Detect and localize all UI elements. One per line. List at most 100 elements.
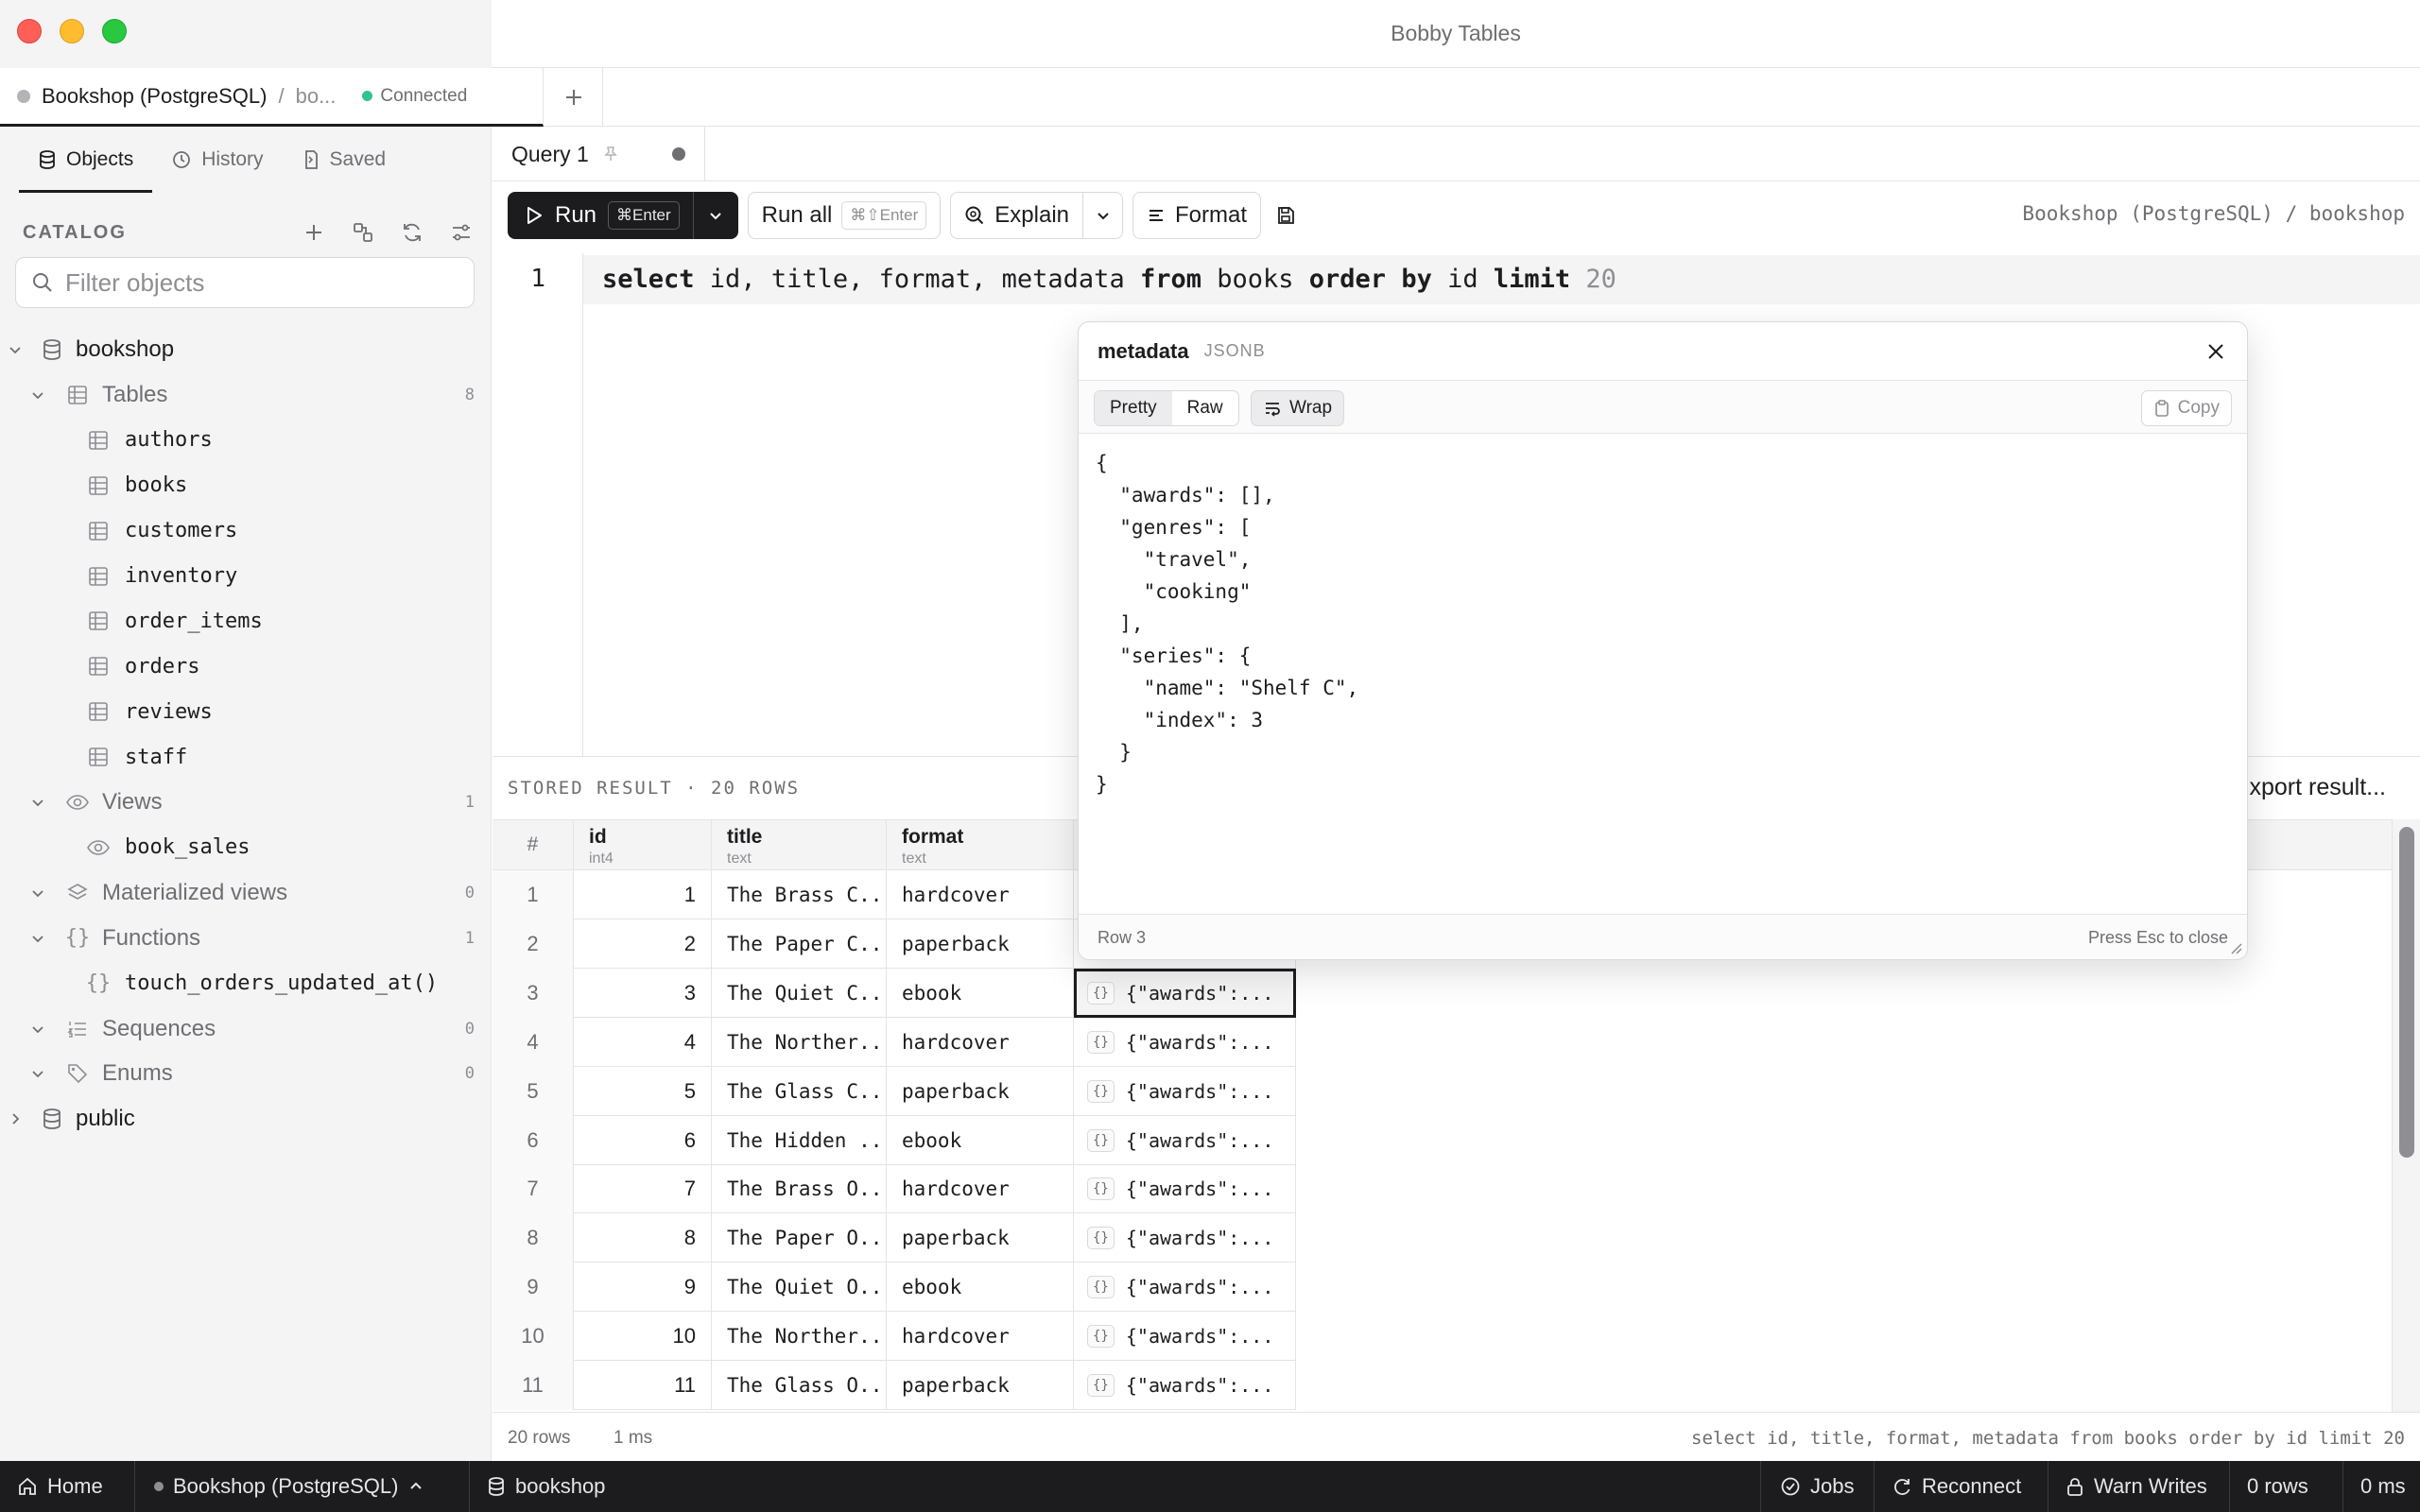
cell-id[interactable]: 1 xyxy=(574,870,712,919)
cell-metadata[interactable]: {} {"awards":... xyxy=(1074,1213,1296,1263)
cell-metadata[interactable]: {} {"awards":... xyxy=(1074,1017,1296,1067)
tab-objects[interactable]: Objects xyxy=(19,127,153,193)
cell-title[interactable]: The Hidden ... xyxy=(712,1115,887,1165)
tree-item-table[interactable]: authors xyxy=(0,418,492,463)
cell-metadata[interactable]: {} {"awards":... xyxy=(1074,1066,1296,1116)
tree-item-table[interactable]: order_items xyxy=(0,598,492,644)
tree-item-schema[interactable]: bookshop xyxy=(0,327,492,372)
close-window-button[interactable] xyxy=(17,19,42,43)
table-row[interactable]: 3 3 The Quiet C... ebook{} {"awards":... xyxy=(493,968,1296,1018)
save-query-button[interactable] xyxy=(1270,200,1301,231)
add-object-button[interactable] xyxy=(299,217,329,248)
cell-id[interactable]: 10 xyxy=(574,1312,712,1362)
pretty-view-button[interactable]: Pretty xyxy=(1095,391,1172,425)
tree-item-table[interactable]: books xyxy=(0,463,492,508)
cell-format[interactable]: paperback xyxy=(887,1213,1074,1263)
tree-item-group[interactable]: Views 1 xyxy=(0,780,492,825)
cell-title[interactable]: The Norther... xyxy=(712,1312,887,1362)
jobs-button[interactable]: Jobs xyxy=(1760,1461,1854,1512)
table-row[interactable]: 10 10 The Norther... hardcover{} {"awards":.… xyxy=(493,1312,1296,1362)
tree-item-view[interactable]: book_sales xyxy=(0,825,492,870)
tree-chevron[interactable] xyxy=(25,795,51,810)
json-badge-icon[interactable]: {} xyxy=(1087,1030,1115,1054)
cell-format[interactable]: ebook xyxy=(887,1263,1074,1313)
code-text[interactable]: select id, title, format, metadata from … xyxy=(602,265,1616,294)
tree-item-function[interactable]: {} touch_orders_updated_at() xyxy=(0,961,492,1006)
cell-metadata[interactable]: {} {"awards":... xyxy=(1074,1115,1296,1165)
explain-options-button[interactable] xyxy=(1082,193,1122,238)
cell-title[interactable]: The Glass O... xyxy=(712,1361,887,1410)
maximize-window-button[interactable] xyxy=(102,19,127,43)
table-row[interactable]: 6 6 The Hidden ... ebook{} {"awards":... xyxy=(493,1115,1296,1165)
chevron-down-icon[interactable] xyxy=(30,795,45,810)
run-all-button[interactable]: Run all ⌘⇧Enter xyxy=(747,192,942,239)
tab-saved[interactable]: Saved xyxy=(283,127,406,193)
json-content[interactable]: { "awards": [], "genres": [ "travel", "c… xyxy=(1096,447,1358,800)
table-row[interactable]: 5 5 The Glass C... paperback{} {"awards":... xyxy=(493,1066,1296,1116)
cell-id[interactable]: 7 xyxy=(574,1164,712,1214)
chevron-down-icon[interactable] xyxy=(30,885,45,901)
cell-metadata[interactable]: {} {"awards":... xyxy=(1074,968,1296,1018)
tree-chevron[interactable] xyxy=(25,885,51,901)
refresh-button[interactable] xyxy=(397,217,427,248)
tree-chevron[interactable] xyxy=(25,931,51,946)
cell-title[interactable]: The Quiet O... xyxy=(712,1263,887,1313)
json-badge-icon[interactable]: {} xyxy=(1087,1325,1115,1349)
reconnect-button[interactable]: Reconnect xyxy=(1874,1461,2021,1512)
cell-metadata[interactable]: {} {"awards":... xyxy=(1074,1164,1296,1214)
tree-item-schema[interactable]: public xyxy=(0,1096,492,1142)
new-connection-tab-button[interactable] xyxy=(544,68,603,127)
tree-item-table[interactable]: customers xyxy=(0,508,492,554)
results-scrollbar[interactable] xyxy=(2392,819,2420,1413)
export-results-button[interactable]: xport result... xyxy=(2250,774,2387,801)
cell-id[interactable]: 11 xyxy=(574,1361,712,1410)
json-badge-icon[interactable]: {} xyxy=(1087,1177,1115,1201)
cell-metadata[interactable]: {} {"awards":... xyxy=(1074,1263,1296,1313)
table-row[interactable]: 8 8 The Paper O... paperback{} {"awards":... xyxy=(493,1213,1296,1263)
cell-format[interactable]: hardcover xyxy=(887,870,1074,919)
warn-writes-toggle[interactable]: Warn Writes xyxy=(2048,1461,2207,1512)
explain-button[interactable]: Explain xyxy=(951,193,1082,238)
cell-metadata[interactable]: {} {"awards":... xyxy=(1074,1312,1296,1362)
tree-item-table[interactable]: orders xyxy=(0,644,492,689)
pin-icon[interactable] xyxy=(602,146,619,163)
code-line[interactable]: select id, title, format, metadata from … xyxy=(583,255,2420,304)
tree-chevron[interactable] xyxy=(2,1111,28,1126)
tree-chevron[interactable] xyxy=(25,387,51,403)
chevron-down-icon[interactable] xyxy=(30,1022,45,1037)
run-options-button[interactable] xyxy=(692,192,738,239)
cell-id[interactable]: 8 xyxy=(574,1213,712,1263)
chevron-right-icon[interactable] xyxy=(8,1111,23,1126)
table-row[interactable]: 11 11 The Glass O... paperback{} {"awards":.… xyxy=(493,1361,1296,1410)
run-button[interactable]: Run ⌘Enter xyxy=(508,192,693,239)
cell-id[interactable]: 2 xyxy=(574,919,712,969)
json-badge-icon[interactable]: {} xyxy=(1087,1276,1115,1299)
json-badge-icon[interactable]: {} xyxy=(1087,1227,1115,1250)
filter-objects-input[interactable] xyxy=(65,267,462,298)
cell-title[interactable]: The Paper C... xyxy=(712,919,887,969)
cell-title[interactable]: The Brass C... xyxy=(712,870,887,919)
format-button[interactable]: Format xyxy=(1132,192,1262,239)
cell-id[interactable]: 4 xyxy=(574,1017,712,1067)
chevron-down-icon[interactable] xyxy=(30,387,45,403)
resize-grip-icon[interactable] xyxy=(2224,936,2243,955)
scrollbar-thumb[interactable] xyxy=(2399,827,2414,1158)
table-row[interactable]: 7 7 The Brass O... hardcover{} {"awards":... xyxy=(493,1164,1296,1214)
database-switcher[interactable]: bookshop xyxy=(469,1461,605,1512)
connection-switcher[interactable]: Bookshop (PostgreSQL) xyxy=(134,1461,424,1512)
schema-diagram-button[interactable] xyxy=(348,217,378,248)
table-row[interactable]: 4 4 The Norther... hardcover{} {"awards":... xyxy=(493,1017,1296,1067)
cell-format[interactable]: paperback xyxy=(887,919,1074,969)
cell-id[interactable]: 6 xyxy=(574,1115,712,1165)
chevron-down-icon[interactable] xyxy=(30,1066,45,1081)
cell-format[interactable]: hardcover xyxy=(887,1017,1074,1067)
tree-item-group[interactable]: Tables 8 xyxy=(0,372,492,418)
tree-item-group[interactable]: Sequences 0 xyxy=(0,1006,492,1052)
json-badge-icon[interactable]: {} xyxy=(1087,1128,1115,1152)
catalog-settings-button[interactable] xyxy=(446,217,476,248)
minimize-window-button[interactable] xyxy=(60,19,84,43)
cell-title[interactable]: The Quiet C... xyxy=(712,968,887,1018)
connection-tab[interactable]: Bookshop (PostgreSQL) / bo... Connected xyxy=(0,68,544,127)
column-header-format[interactable]: format text xyxy=(887,820,1074,871)
cell-format[interactable]: paperback xyxy=(887,1361,1074,1410)
